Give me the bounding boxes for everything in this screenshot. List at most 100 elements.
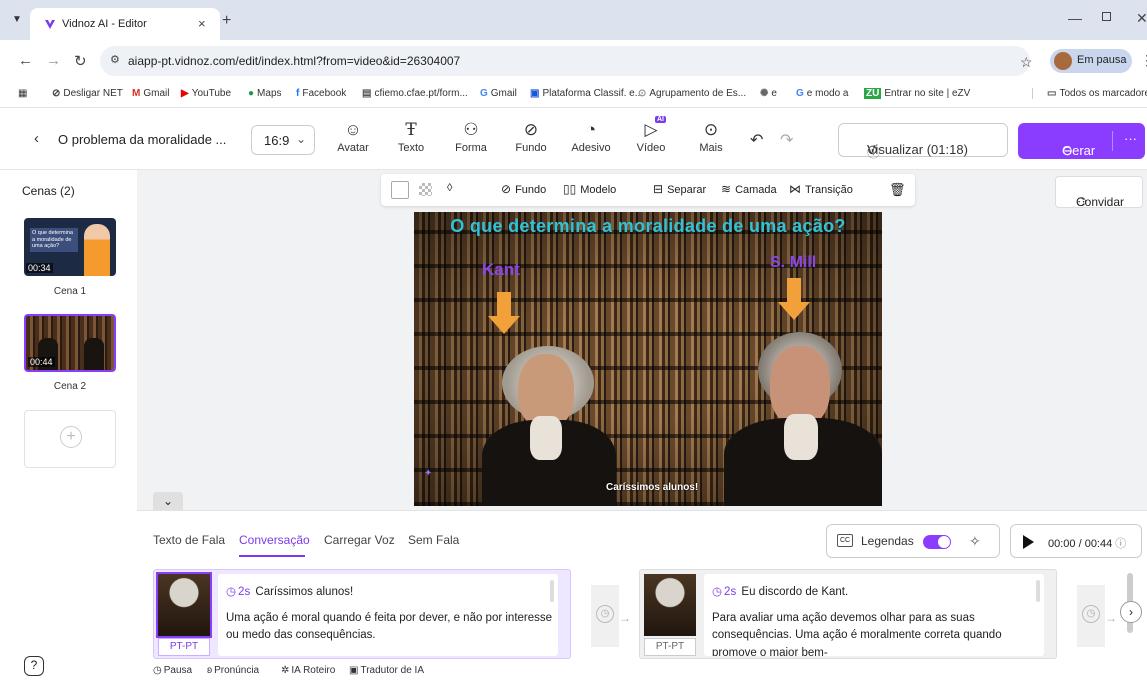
next-chevron-icon[interactable]: › xyxy=(1120,601,1142,623)
kant-portrait[interactable] xyxy=(474,332,624,506)
bookmark-item[interactable]: f Facebook xyxy=(296,88,346,99)
tool-avatar[interactable]: ☺ Avatar xyxy=(325,118,381,154)
tool-video[interactable]: ▷ AI Vídeo xyxy=(623,116,679,154)
template-button[interactable]: ▯▯ Modelo xyxy=(563,182,616,196)
label-kant[interactable]: Kant xyxy=(482,260,520,280)
dialogue-card-1[interactable]: PT-PT ◷ 2s Caríssimos alunos! Uma ação é … xyxy=(153,569,571,659)
reload-icon[interactable]: ↻ xyxy=(74,52,87,70)
bookmark-item[interactable]: ▶ YouTube xyxy=(181,88,231,99)
color-swatch[interactable] xyxy=(391,181,409,199)
dialogue-text[interactable]: Para avaliar uma ação devemos olhar para… xyxy=(712,610,1042,656)
ai-translator-tool[interactable]: ▣ Tradutor de IA xyxy=(349,665,424,676)
back-arrow-icon[interactable]: ← xyxy=(18,52,33,69)
new-tab-icon[interactable]: + xyxy=(222,12,231,30)
captions-toggle[interactable] xyxy=(923,535,951,549)
maximize-icon[interactable] xyxy=(1102,12,1111,21)
browser-menu-icon[interactable]: ⋮ xyxy=(1140,52,1147,69)
url-field[interactable]: ⚙ aiapp-pt.vidnoz.com/edit/index.html?fr… xyxy=(100,46,1030,76)
play-icon[interactable] xyxy=(1023,535,1034,549)
pause-tool[interactable]: ◷ Pausa xyxy=(153,665,192,676)
add-scene-button[interactable]: + xyxy=(24,410,116,468)
minimize-icon[interactable]: — xyxy=(1068,10,1082,26)
back-chevron-icon[interactable]: ‹ xyxy=(34,130,39,147)
scrollbar[interactable] xyxy=(550,580,554,602)
split-button[interactable]: ⊟ Separar xyxy=(653,182,706,196)
preview-button[interactable]: ⊙ Visualizar (01:18) ⓘ xyxy=(838,123,1008,160)
help-icon[interactable]: ? xyxy=(24,656,44,676)
scrollbar[interactable] xyxy=(1036,580,1040,602)
speaker-avatar[interactable] xyxy=(644,574,696,636)
transparency-icon[interactable] xyxy=(419,183,432,196)
video-canvas[interactable]: O que determina a moralidade de uma ação… xyxy=(414,212,882,506)
dialogue-text-box[interactable]: ◷ 2s Caríssimos alunos! Uma ação é moral … xyxy=(218,574,558,656)
chevron-down-icon: ⌄ xyxy=(296,132,307,146)
bookmark-item[interactable]: ZU Entrar no site | eZV xyxy=(864,88,970,99)
language-badge[interactable]: PT-PT xyxy=(644,638,696,656)
site-settings-icon[interactable]: ⚙ xyxy=(110,53,120,66)
video-title[interactable]: O que determina a moralidade de uma ação… xyxy=(414,216,882,237)
transition-slot[interactable]: ◷ xyxy=(1077,585,1105,647)
trash-icon[interactable]: 🗑 xyxy=(889,182,906,198)
undo-icon[interactable]: ↶ xyxy=(750,130,763,150)
profile-button[interactable]: Em pausa xyxy=(1050,49,1132,73)
bookmark-item[interactable]: ● Maps xyxy=(248,88,282,99)
bookmark-item[interactable]: G Gmail xyxy=(480,88,517,99)
background-button[interactable]: ⊘ Fundo xyxy=(501,182,546,196)
video-subtitle[interactable]: Caríssimos alunos! xyxy=(606,482,698,493)
ai-script-tool[interactable]: ✲ IA Roteiro xyxy=(281,665,335,676)
avatar xyxy=(1054,52,1072,70)
layer-icon: ≋ xyxy=(721,182,732,196)
tool-sticker[interactable]: ◔ Adesivo xyxy=(563,118,619,154)
bookmark-item[interactable]: ⊘ Desligar NET xyxy=(52,88,123,99)
tab-conversation[interactable]: Conversação xyxy=(239,533,310,547)
layer-button[interactable]: ≋ Camada xyxy=(721,182,777,196)
label-mill[interactable]: S. Mill xyxy=(770,254,816,272)
tab-list-icon[interactable]: ▼ xyxy=(12,14,22,25)
generate-button[interactable]: ⊖ Gerar ··· xyxy=(1018,123,1145,159)
forward-arrow-icon[interactable]: → xyxy=(46,52,61,69)
divider xyxy=(1112,131,1113,151)
tool-shape[interactable]: ⚇ Forma xyxy=(443,118,499,154)
tool-more[interactable]: ⊙ Mais xyxy=(683,118,739,154)
dialogue-card-2[interactable]: PT-PT ◷ 2s Eu discordo de Kant. Para aval… xyxy=(639,569,1057,659)
canvas-toolbar: ◊ ⊘ Fundo ▯▯ Modelo ⊟ Separar ≋ Camada ⋈ Tran… xyxy=(381,174,915,206)
dialogue-text-box[interactable]: ◷ 2s Eu discordo de Kant. Para avaliar um… xyxy=(704,574,1044,656)
scene-thumbnail-2[interactable]: 00:44 xyxy=(24,314,116,372)
collapse-panel-icon[interactable]: ⌄ xyxy=(153,492,183,510)
play-control[interactable]: 00:00 / 00:44 ⓘ xyxy=(1010,524,1142,558)
tool-text[interactable]: Ŧ Texto xyxy=(383,118,439,154)
more-options-icon[interactable]: ··· xyxy=(1124,131,1137,146)
duration: 2s xyxy=(724,586,737,598)
bookmark-item[interactable]: ✺ e xyxy=(760,88,777,99)
bookmark-item[interactable]: ▣ Plataforma Classif. e... xyxy=(530,88,643,99)
transition-button[interactable]: ⋈ Transição xyxy=(789,182,853,196)
pin-icon[interactable]: ✧ xyxy=(969,533,981,550)
opacity-icon[interactable]: ◊ xyxy=(447,182,452,194)
bookmark-star-icon[interactable]: ☆ xyxy=(1020,54,1033,71)
browser-tab[interactable]: Vidnoz AI - Editor × xyxy=(30,8,220,40)
bookmark-item[interactable]: Ge modo a xyxy=(796,88,848,99)
bookmark-item[interactable]: ⊙ Agrupamento de Es... xyxy=(638,88,746,99)
aspect-ratio-select[interactable]: 16:9 ⌄ xyxy=(251,125,315,155)
pronunciation-tool[interactable]: ʚ Pronúncia xyxy=(207,665,259,676)
dialogue-text[interactable]: Uma ação é moral quando é feita por deve… xyxy=(226,610,556,645)
tab-no-speech[interactable]: Sem Fala xyxy=(408,533,459,547)
invite-button[interactable]: ⚇ Convidar xyxy=(1055,176,1143,209)
tab-close-icon[interactable]: × xyxy=(198,16,206,31)
speaker-avatar[interactable] xyxy=(156,572,212,638)
transition-slot[interactable]: ◷ xyxy=(591,585,619,647)
project-title[interactable]: O problema da moralidade ... xyxy=(58,132,226,147)
bookmark-item[interactable]: ▤ cfiemo.cfae.pt/form... xyxy=(362,88,468,99)
clock-icon: ◷ xyxy=(596,605,614,623)
tool-background[interactable]: ⊘ Fundo xyxy=(503,118,559,154)
close-window-icon[interactable]: ✕ xyxy=(1136,10,1147,27)
tab-upload-voice[interactable]: Carregar Voz xyxy=(324,533,395,547)
apps-grid-icon[interactable]: ▦ xyxy=(18,88,27,99)
scene-thumbnail-1[interactable]: O que determina a moralidade de uma ação… xyxy=(24,218,116,276)
language-badge[interactable]: PT-PT xyxy=(158,638,210,656)
redo-icon[interactable]: ↷ xyxy=(780,130,793,150)
tab-speech-text[interactable]: Texto de Fala xyxy=(153,533,225,547)
mill-portrait[interactable] xyxy=(714,322,882,506)
bookmark-item[interactable]: M Gmail xyxy=(132,88,169,99)
all-bookmarks[interactable]: ▭ Todos os marcadores xyxy=(1032,88,1147,99)
